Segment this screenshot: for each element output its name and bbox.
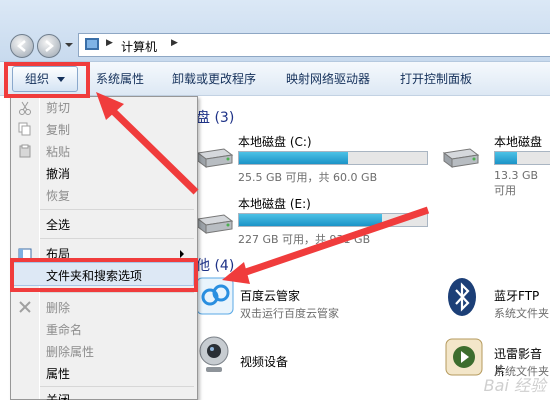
scissors-icon (19, 101, 31, 115)
computer-icon (85, 38, 99, 50)
drive-info-d: 13.3 GB 可用 (494, 169, 539, 197)
menu-separator (40, 292, 194, 293)
watermark: Bai 经验 (483, 376, 546, 395)
submenu-arrow-icon (180, 250, 184, 258)
menu-item-delete[interactable]: 删除 (46, 300, 70, 316)
app-sub-bluetooth: 系统文件夹 (494, 307, 549, 320)
menu-item-select-all[interactable]: 全选 (46, 217, 70, 233)
paste-icon (19, 144, 31, 158)
drive-usage-fill (239, 152, 349, 164)
webcam-icon[interactable] (196, 335, 232, 375)
arrow-left-icon (17, 40, 26, 52)
drive-info-c: 25.5 GB 可用，共 60.0 GB (238, 171, 378, 184)
history-dropdown-icon[interactable] (64, 40, 74, 50)
forward-button[interactable] (37, 34, 61, 58)
drive-usage-bar-c (238, 151, 428, 165)
menu-item-undo[interactable]: 撤消 (46, 166, 70, 182)
arrow-right-icon (45, 40, 54, 52)
menu-item-paste[interactable]: 粘贴 (46, 144, 70, 160)
app-sub-baidu: 双击运行百度云管家 (240, 307, 339, 320)
app-name-bluetooth[interactable]: 蓝牙FTP (494, 287, 539, 304)
baidu-cloud-icon[interactable] (196, 277, 234, 315)
drive-usage-fill (239, 214, 382, 226)
menu-separator (40, 238, 194, 239)
menu-item-redo[interactable]: 恢复 (46, 188, 70, 204)
app-name-baidu[interactable]: 百度云管家 (240, 287, 300, 304)
address-bar[interactable]: ▶ 计算机 ▶ (78, 33, 550, 57)
breadcrumb-computer[interactable]: 计算机 (121, 38, 157, 55)
open-control-panel-button[interactable]: 打开控制面板 (400, 69, 472, 89)
organize-menu (10, 96, 198, 400)
annotation-box-organize (4, 62, 90, 98)
breadcrumb-separator-icon[interactable]: ▶ (106, 38, 113, 48)
copy-icon (18, 122, 31, 136)
hard-drive-icon (196, 214, 234, 234)
hard-drive-icon (442, 148, 480, 168)
menu-item-close[interactable]: 关闭 (46, 392, 70, 400)
menu-item-copy[interactable]: 复制 (46, 122, 70, 138)
back-button[interactable] (10, 34, 34, 58)
drive-name-d[interactable]: 本地磁盘 (494, 133, 542, 150)
drive-usage-bar-e (238, 213, 428, 227)
hard-drive-icon (196, 148, 234, 168)
drive-name-c[interactable]: 本地磁盘 (C:) (238, 133, 312, 150)
uninstall-program-button[interactable]: 卸载或更改程序 (172, 69, 256, 89)
menu-separator (40, 209, 194, 210)
drive-info-e: 227 GB 可用，共 931 GB (238, 233, 371, 246)
drive-name-e[interactable]: 本地磁盘 (E:) (238, 195, 311, 212)
drive-usage-bar-d (494, 151, 550, 165)
menu-item-rename[interactable]: 重命名 (46, 322, 82, 338)
menu-gutter (39, 97, 40, 399)
xunlei-player-icon[interactable] (444, 337, 484, 377)
breadcrumb-separator-icon[interactable]: ▶ (171, 38, 178, 48)
menu-item-remove-properties[interactable]: 删除属性 (46, 344, 94, 360)
map-network-drive-button[interactable]: 映射网络驱动器 (286, 69, 370, 89)
menu-item-cut[interactable]: 剪切 (46, 100, 70, 116)
app-name-video[interactable]: 视频设备 (240, 353, 288, 370)
address-row: ▶ 计算机 ▶ (0, 0, 550, 62)
menu-separator (40, 386, 194, 387)
drive-usage-fill (495, 152, 517, 164)
menu-item-properties[interactable]: 属性 (46, 366, 70, 382)
delete-icon (19, 301, 31, 313)
annotation-box-folder-options (10, 258, 198, 292)
bluetooth-icon[interactable] (446, 277, 478, 317)
system-properties-button[interactable]: 系统属性 (96, 69, 144, 89)
